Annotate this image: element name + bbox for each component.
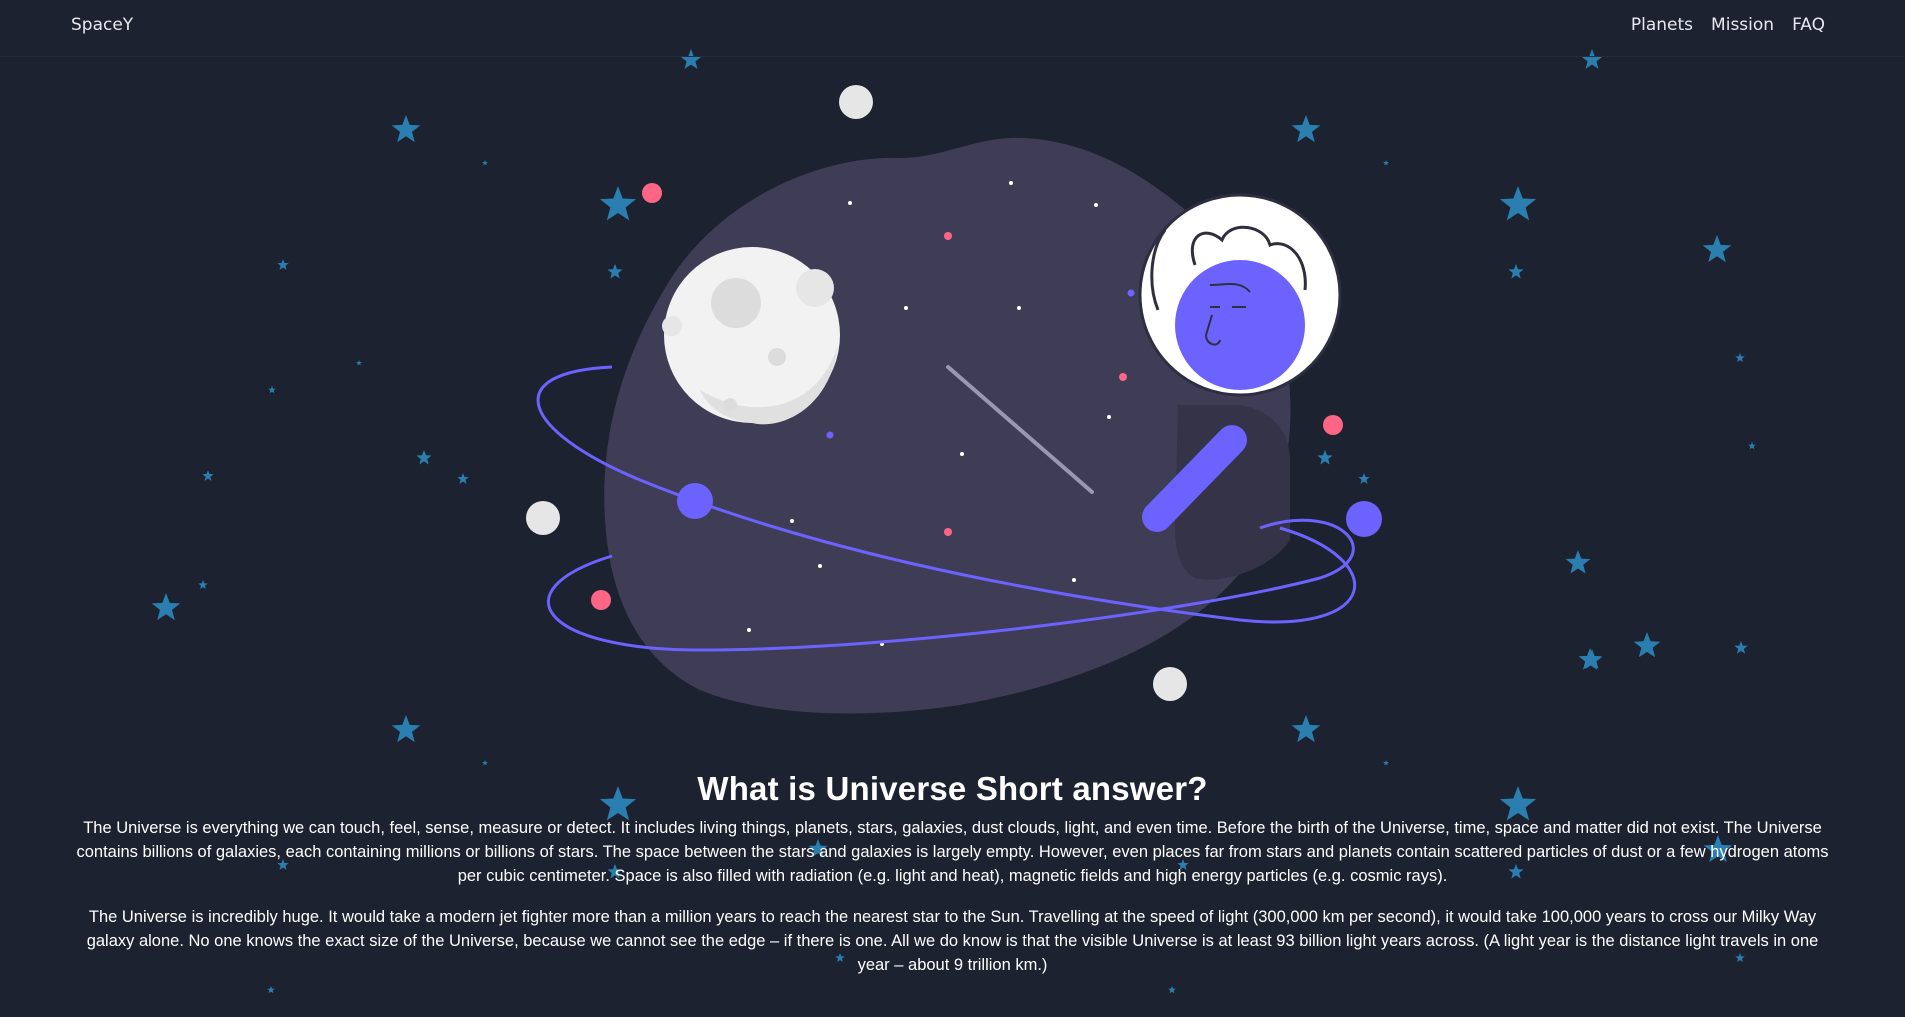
article-paragraph: The Universe is everything we can touch,… — [76, 819, 1829, 885]
star-icon — [457, 473, 469, 484]
pink-dot — [642, 183, 662, 203]
star-icon — [391, 115, 421, 143]
orbit-planet-right — [1346, 501, 1382, 537]
star-icon — [268, 386, 276, 394]
article-heading: What is Universe Short answer? — [697, 770, 1208, 807]
star-icon — [356, 360, 362, 366]
star-icon — [198, 580, 208, 589]
star-icon — [1383, 760, 1389, 766]
astronaut-helmet — [1138, 193, 1342, 397]
astronaut-universe-illustration — [526, 85, 1382, 714]
nav-links: Planets Mission FAQ — [1631, 15, 1825, 35]
star-icon — [391, 715, 421, 743]
white-dot — [839, 85, 873, 119]
brand-logo[interactable]: SpaceY — [71, 15, 133, 35]
star-icon — [482, 160, 488, 166]
nav-link-faq[interactable]: FAQ — [1792, 15, 1825, 35]
star-icon — [202, 470, 214, 481]
star-icon — [1168, 986, 1176, 994]
white-dot — [1153, 667, 1187, 701]
navbar: SpaceY Planets Mission FAQ — [0, 0, 1905, 57]
white-dot — [526, 501, 560, 535]
orbit-planet-left — [677, 483, 713, 519]
star-icon — [151, 593, 181, 621]
star-icon — [1565, 550, 1591, 574]
star-icon — [1508, 264, 1524, 279]
pink-dot — [591, 590, 611, 610]
nav-link-mission[interactable]: Mission — [1711, 15, 1774, 35]
star-icon — [1499, 186, 1537, 221]
star-icon — [482, 760, 488, 766]
star-icon — [1633, 632, 1661, 658]
article-paragraph: The Universe is incredibly huge. It woul… — [86, 908, 1819, 974]
nav-link-planets[interactable]: Planets — [1631, 15, 1693, 35]
pink-dot — [1323, 415, 1343, 435]
article-section: What is Universe Short answer? The Unive… — [0, 770, 1905, 977]
star-icon — [1578, 648, 1602, 670]
star-icon — [1748, 442, 1756, 450]
star-icon — [277, 259, 289, 270]
star-icon — [416, 450, 432, 465]
star-icon — [267, 986, 275, 994]
star-icon — [1702, 235, 1732, 263]
star-icon — [1734, 641, 1748, 654]
star-icon — [1735, 353, 1745, 362]
